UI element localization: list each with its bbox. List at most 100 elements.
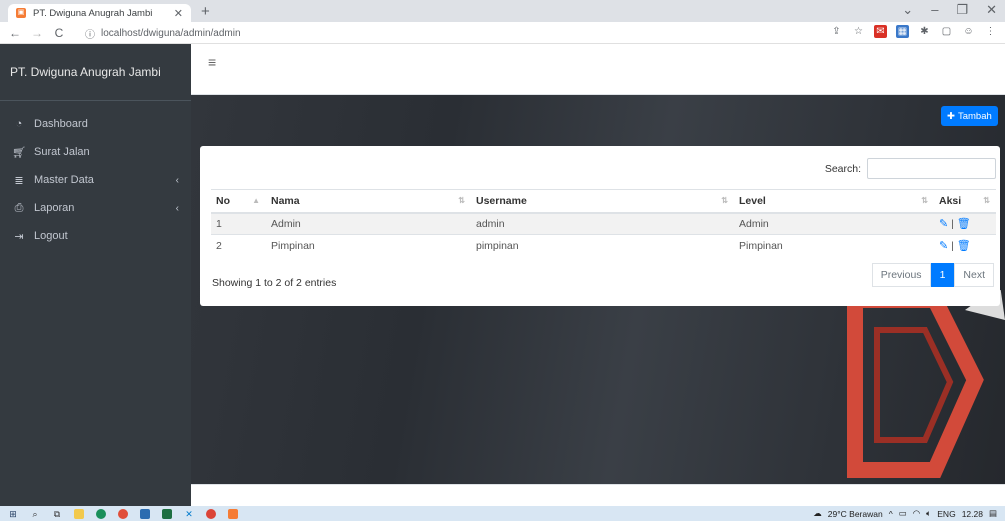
extension-icon[interactable]: ▦ [896, 25, 909, 38]
cell-actions: ✎ | 🗑︎ [934, 212, 996, 235]
next-button[interactable]: Next [954, 263, 994, 287]
sidebar: PT. Dwiguna Anugrah Jambi ◔ Dashboard 🛒︎… [0, 44, 191, 506]
logout-icon: ⇥ [14, 230, 24, 243]
page-1-button[interactable]: 1 [930, 263, 955, 287]
sidebar-item-label: Dashboard [34, 118, 88, 130]
file-explorer-icon[interactable] [74, 508, 84, 519]
data-card: Search: No ▲ Nama ⇅ Username ⇅ Level ⇅ Aksi ⇅… [200, 146, 1000, 306]
cart-icon: 🛒︎ [12, 146, 26, 159]
browser-tab-bar: ▣ PT. Dwiguna Anugrah Jambi ✕ + ⌄ – ❐ ✕ [0, 0, 1005, 22]
cell-nama: Pimpinan [266, 234, 471, 257]
hamburger-menu-icon[interactable]: ≡ [208, 54, 216, 70]
content-area: ✚ Tambah Search: No ▲ Nama ⇅ Username ⇅ Lev… [191, 95, 1005, 484]
search-input[interactable] [867, 158, 996, 179]
favicon-icon: ▣ [16, 8, 26, 18]
sidebar-item-label: Master Data [34, 174, 94, 186]
sort-icon: ⇅ [921, 196, 928, 205]
sort-icon: ⇅ [721, 196, 728, 205]
puzzle-icon[interactable]: ✱ [918, 25, 931, 38]
vscode-icon[interactable]: ✕ [184, 509, 194, 519]
cell-no: 1 [211, 212, 266, 235]
sidebar-item-surat-jalan[interactable]: 🛒︎ Surat Jalan [0, 138, 191, 166]
column-header-no[interactable]: No ▲ [211, 189, 266, 214]
profile-icon[interactable]: ☺ [962, 25, 975, 38]
task-view-icon[interactable]: ⧉ [52, 509, 62, 519]
new-tab-icon[interactable]: + [201, 3, 210, 20]
volume-icon[interactable]: 🔈︎ [926, 508, 931, 519]
cell-username: pimpinan [471, 234, 734, 257]
plus-icon: ✚ [947, 110, 955, 122]
battery-icon[interactable]: ▭ [899, 508, 907, 519]
clock[interactable]: 12.28 [962, 509, 983, 519]
sidebar-item-logout[interactable]: ⇥ Logout [0, 222, 191, 250]
search-label: Search: [824, 162, 861, 175]
cell-level: Pimpinan [734, 234, 934, 257]
column-header-aksi[interactable]: Aksi ⇅ [934, 189, 996, 214]
table-row: 1 Admin admin Admin ✎ | 🗑︎ [211, 212, 996, 235]
table-row: 2 Pimpinan pimpinan Pimpinan ✎ | 🗑︎ [211, 234, 996, 257]
sidebar-item-label: Laporan [34, 202, 75, 214]
sidepanel-icon[interactable]: ▢ [940, 25, 953, 38]
share-icon[interactable]: ⇪ [830, 25, 843, 38]
brand-title[interactable]: PT. Dwiguna Anugrah Jambi [0, 44, 191, 101]
notification-icon[interactable]: ▤ [989, 508, 997, 519]
taskbar-apps: ⊞ ⌕ ⧉ ✕ [0, 508, 238, 519]
search-icon[interactable]: ⌕ [30, 509, 40, 519]
chrome-icon[interactable] [206, 508, 216, 519]
delete-icon[interactable]: 🗑︎ [957, 240, 971, 252]
extensions-area: ⇪ ☆ ✉ ▦ ✱ ▢ ☺ ⋮ [830, 25, 997, 38]
table-header-row: No ▲ Nama ⇅ Username ⇅ Level ⇅ Aksi ⇅ [211, 189, 996, 214]
bookmark-star-icon[interactable]: ☆ [852, 25, 865, 38]
close-window-icon[interactable]: ✕ [986, 2, 997, 18]
edit-icon[interactable]: ✎ [939, 218, 948, 230]
delete-icon[interactable]: 🗑︎ [957, 218, 971, 230]
xampp-icon[interactable] [228, 508, 238, 519]
edit-icon[interactable]: ✎ [939, 240, 948, 252]
tab-search-icon[interactable]: ⌄ [902, 2, 913, 18]
site-info-icon[interactable]: ⓘ [85, 26, 95, 41]
mail-extension-icon[interactable]: ✉ [874, 25, 887, 38]
store-icon[interactable] [140, 508, 150, 519]
excel-icon[interactable] [162, 508, 172, 519]
previous-button[interactable]: Previous [871, 263, 931, 287]
url-text: localhost/dwiguna/admin/admin [101, 27, 241, 39]
sort-asc-icon: ▲ [252, 196, 260, 205]
forward-icon[interactable]: → [30, 26, 44, 40]
tab-title: PT. Dwiguna Anugrah Jambi [33, 7, 153, 19]
print-icon: ⎙ [14, 201, 24, 214]
address-bar-row: ← → C ⓘ localhost/dwiguna/admin/admin ⇪ … [0, 22, 1005, 44]
cell-no: 2 [211, 234, 266, 257]
restore-icon[interactable]: ❐ [956, 2, 968, 18]
column-header-username[interactable]: Username ⇅ [471, 189, 734, 214]
weather-text[interactable]: 29°C Berawan [828, 509, 883, 519]
table-info: Showing 1 to 2 of 2 entries [212, 277, 337, 289]
back-icon[interactable]: ← [8, 26, 22, 40]
add-button[interactable]: ✚ Tambah [941, 106, 998, 126]
app-icon[interactable] [118, 508, 128, 519]
dashboard-icon: ◔ [15, 118, 23, 130]
edge-icon[interactable] [96, 508, 106, 519]
windows-start-icon[interactable]: ⊞ [8, 509, 18, 519]
tray-chevron-icon[interactable]: ^ [889, 509, 893, 519]
wifi-icon[interactable]: ◠ [913, 508, 920, 519]
language-indicator[interactable]: ENG [937, 509, 955, 519]
column-header-nama[interactable]: Nama ⇅ [266, 189, 471, 214]
sidebar-item-dashboard[interactable]: ◔ Dashboard [0, 110, 191, 138]
close-tab-icon[interactable]: ✕ [174, 7, 183, 20]
search-group: Search: [825, 158, 996, 179]
minimize-icon[interactable]: – [931, 2, 938, 18]
cell-level: Admin [734, 212, 934, 235]
column-header-level[interactable]: Level ⇅ [734, 189, 934, 214]
sidebar-item-master-data[interactable]: ≣ Master Data ‹ [0, 166, 191, 194]
cell-username: admin [471, 212, 734, 235]
browser-tab[interactable]: ▣ PT. Dwiguna Anugrah Jambi ✕ [8, 4, 191, 22]
data-table: No ▲ Nama ⇅ Username ⇅ Level ⇅ Aksi ⇅ 1 Admin… [211, 189, 996, 257]
sidebar-item-label: Logout [34, 230, 68, 242]
menu-dots-icon[interactable]: ⋮ [984, 25, 997, 38]
sidebar-item-laporan[interactable]: ⎙ Laporan ‹ [0, 194, 191, 222]
add-button-label: Tambah [957, 110, 992, 122]
reload-icon[interactable]: C [52, 26, 66, 40]
cell-nama: Admin [266, 212, 471, 235]
windows-taskbar: ⊞ ⌕ ⧉ ✕ ☁ 29°C Berawan ^ ▭ ◠ 🔈︎ ENG 12.2… [0, 506, 1005, 521]
sidebar-item-label: Surat Jalan [34, 146, 90, 158]
